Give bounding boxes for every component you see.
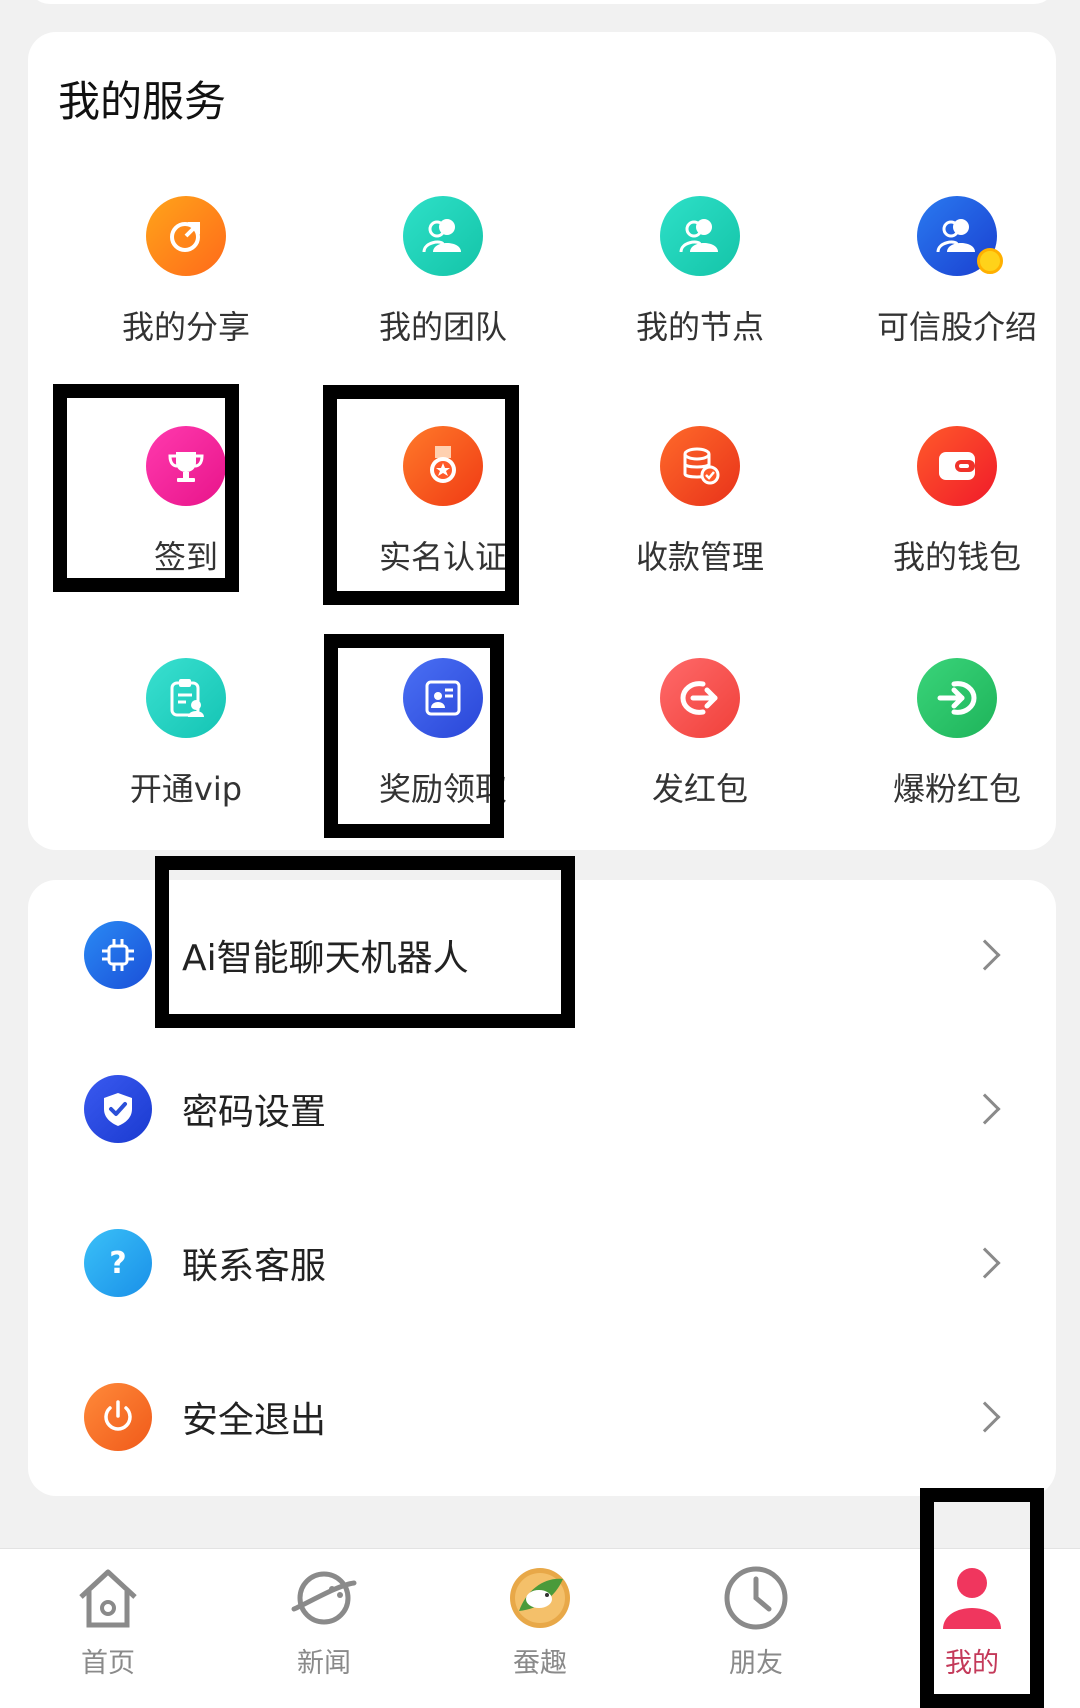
chip-icon: [84, 921, 152, 989]
tab-friends[interactable]: 朋友: [686, 1561, 826, 1681]
gold-coin-icon: [977, 248, 1003, 274]
previous-card-edge: [28, 0, 1056, 4]
service-my-team[interactable]: 我的团队: [353, 196, 533, 396]
menu-row-logout[interactable]: 安全退出: [28, 1342, 1056, 1492]
menu-row-contact-support[interactable]: ? 联系客服: [28, 1188, 1056, 1338]
tab-label: 首页: [81, 1648, 135, 1679]
trusted-share-icon: [917, 196, 1003, 276]
menu-label: 密码设置: [182, 1092, 327, 1133]
services-title: 我的服务: [58, 77, 227, 126]
service-label: 我的钱包: [892, 538, 1021, 576]
service-label: 签到: [153, 538, 218, 576]
service-label: 我的分享: [121, 308, 250, 346]
planet-icon: [287, 1561, 361, 1635]
service-label: 实名认证: [378, 538, 507, 576]
tab-silkworm[interactable]: 蚕趣: [470, 1561, 610, 1681]
service-my-node[interactable]: 我的节点: [610, 196, 790, 396]
service-label: 发红包: [651, 770, 748, 808]
service-label: 奖励领取: [378, 770, 507, 808]
service-send-red-packet[interactable]: 发红包: [610, 658, 790, 858]
shield-check-icon: [84, 1075, 152, 1143]
tab-label: 新闻: [297, 1648, 351, 1679]
home-icon: [71, 1561, 145, 1635]
service-my-wallet[interactable]: 我的钱包: [867, 426, 1047, 626]
vip-clipboard-icon: [146, 658, 226, 738]
tab-mine[interactable]: 我的: [902, 1561, 1042, 1681]
service-payment-management[interactable]: 收款管理: [610, 426, 790, 626]
clock-icon: [719, 1561, 793, 1635]
tab-label: 蚕趣: [513, 1648, 567, 1679]
chevron-right-icon: [969, 939, 1001, 971]
tab-label: 我的: [945, 1648, 999, 1679]
menu-label: 联系客服: [182, 1246, 327, 1287]
send-envelope-icon: [660, 658, 740, 738]
services-card: 我的服务 我的分享 我的团队 我的节点 可信股介绍 签到 实名认证 收款管理 我…: [28, 32, 1056, 850]
service-reward-claim[interactable]: 奖励领取: [353, 658, 533, 858]
menu-row-password-settings[interactable]: 密码设置: [28, 1034, 1056, 1184]
service-open-vip[interactable]: 开通vip: [96, 658, 276, 858]
service-label: 爆粉红包: [892, 770, 1021, 808]
id-card-icon: [403, 658, 483, 738]
service-sign-in[interactable]: 签到: [96, 426, 276, 626]
service-real-name-verification[interactable]: 实名认证: [353, 426, 533, 626]
service-label: 我的团队: [378, 308, 507, 346]
menu-label: Ai智能聊天机器人: [182, 938, 469, 979]
person-icon: [935, 1561, 1009, 1635]
bottom-tab-bar: 首页 新闻 蚕趣 朋友 我的: [0, 1548, 1080, 1688]
svg-text:?: ?: [109, 1246, 126, 1281]
menu-row-ai-chatbot[interactable]: Ai智能聊天机器人: [28, 880, 1056, 1030]
silkworm-icon: [503, 1561, 577, 1635]
tab-home[interactable]: 首页: [38, 1561, 178, 1681]
enter-arrow-icon: [917, 658, 997, 738]
power-icon: [84, 1383, 152, 1451]
help-bubble-icon: ?: [84, 1229, 152, 1297]
service-viral-red-packet[interactable]: 爆粉红包: [867, 658, 1047, 858]
tab-news[interactable]: 新闻: [254, 1561, 394, 1681]
share-icon: [146, 196, 226, 276]
coins-icon: [660, 426, 740, 506]
service-label: 可信股介绍: [876, 308, 1037, 346]
wallet-icon: [917, 426, 997, 506]
service-label: 收款管理: [635, 538, 764, 576]
node-icon: [660, 196, 740, 276]
service-label: 我的节点: [635, 308, 764, 346]
chevron-right-icon: [969, 1247, 1001, 1279]
trophy-icon: [146, 426, 226, 506]
service-my-share[interactable]: 我的分享: [96, 196, 276, 396]
settings-menu-card: Ai智能聊天机器人 密码设置 ? 联系客服 安全退出: [28, 880, 1056, 1496]
menu-label: 安全退出: [182, 1400, 327, 1441]
service-label: 开通vip: [129, 770, 243, 808]
team-icon: [403, 196, 483, 276]
bottom-safe-area: [0, 1688, 1080, 1708]
service-trusted-share[interactable]: 可信股介绍: [867, 196, 1047, 396]
chevron-right-icon: [969, 1093, 1001, 1125]
tab-label: 朋友: [729, 1648, 783, 1679]
medal-icon: [403, 426, 483, 506]
chevron-right-icon: [969, 1401, 1001, 1433]
